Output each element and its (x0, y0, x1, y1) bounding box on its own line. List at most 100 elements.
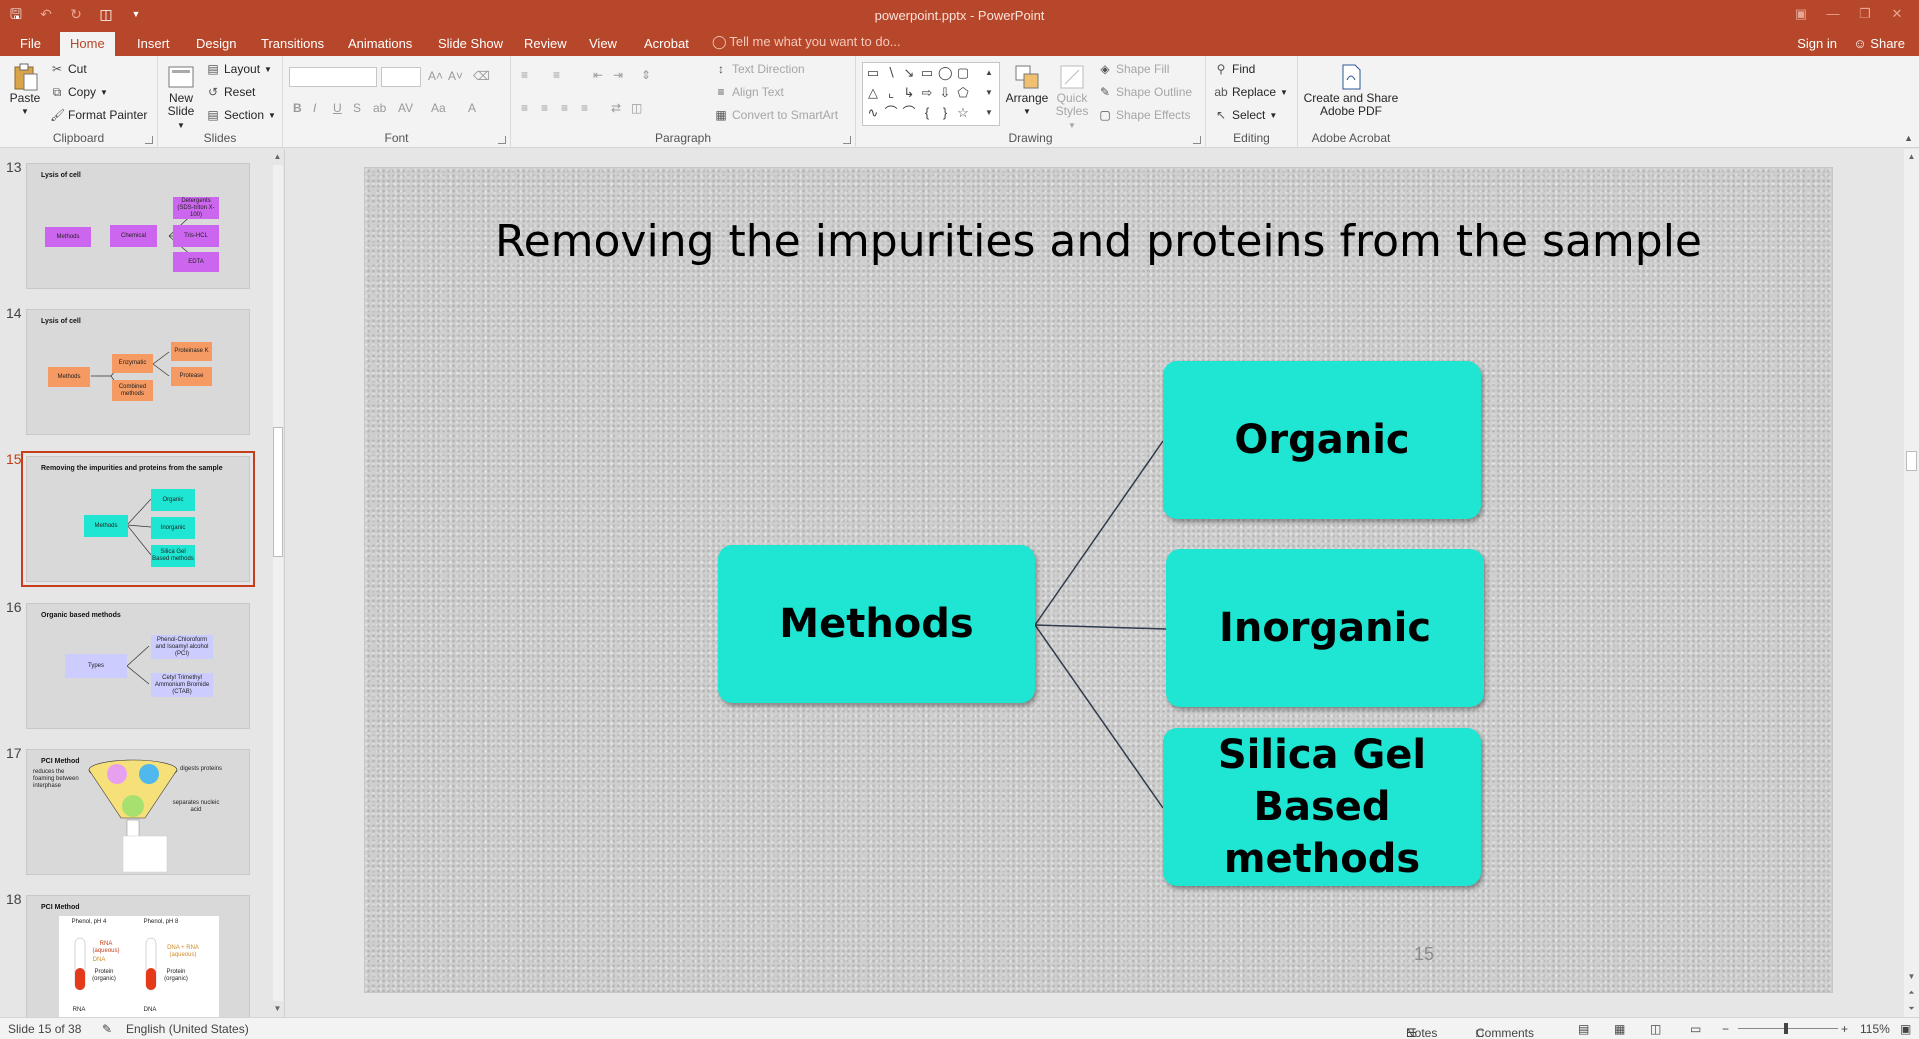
slide-thumbnail-14[interactable]: Lysis of cell Methods Enzymatic Combined… (26, 309, 250, 435)
shape-outline-button[interactable]: ✎ Shape Outline (1098, 85, 1192, 99)
scrollbar-thumb[interactable] (273, 427, 283, 557)
convert-smartart-button[interactable]: ▦ Convert to SmartArt (714, 108, 838, 122)
font-size-combo[interactable] (381, 67, 421, 87)
slide-scrollbar-thumb[interactable] (1906, 451, 1917, 471)
previous-slide-icon[interactable]: ⏶ (1904, 985, 1919, 1000)
strikethrough-icon[interactable]: S (353, 101, 361, 115)
right-brace-shape-icon[interactable]: } (938, 106, 952, 120)
organic-box[interactable]: Organic (1163, 361, 1481, 519)
tell-me-box[interactable]: ◯ Tell me what you want to do... (712, 34, 901, 50)
bullets-icon[interactable]: ≡ (521, 68, 528, 82)
new-slide-button[interactable]: New Slide ▼ (164, 62, 198, 132)
gallery-scroll-down-icon[interactable]: ▼ (982, 86, 996, 100)
align-center-icon[interactable]: ≡ (541, 101, 548, 115)
down-arrow-shape-icon[interactable]: ⇩ (938, 86, 952, 100)
scrollbar-track[interactable] (273, 165, 283, 1001)
shape-fill-button[interactable]: ◈ Shape Fill (1098, 62, 1169, 76)
slide-scroll-up-icon[interactable]: ▲ (1904, 149, 1919, 164)
fit-slide-icon[interactable]: ▣ (1900, 1022, 1911, 1036)
arrange-button[interactable]: Arrange ▼ (1004, 62, 1050, 118)
share-button[interactable]: ☺ Share (1853, 36, 1905, 51)
slide-scroll-down-icon[interactable]: ▼ (1904, 969, 1919, 984)
tab-insert[interactable]: Insert (127, 32, 180, 56)
font-color-icon[interactable]: A (468, 101, 476, 115)
quick-styles-button[interactable]: Quick Styles ▼ (1052, 62, 1092, 132)
columns-icon[interactable]: ◫ (631, 101, 642, 115)
slide-thumbnail-18[interactable]: PCI Method Phenol, pH 4 Phenol, pH 8 RNA… (26, 895, 250, 1017)
silica-gel-box[interactable]: Silica Gel Based methods (1163, 728, 1481, 886)
decrease-indent-icon[interactable]: ⇤ (593, 68, 603, 82)
rectangle-shape-icon[interactable]: ▭ (920, 66, 934, 80)
justify-icon[interactable]: ≡ (581, 101, 588, 115)
zoom-slider[interactable] (1738, 1028, 1838, 1029)
restore-icon[interactable]: ❐ (1849, 2, 1881, 26)
tab-acrobat[interactable]: Acrobat (634, 32, 699, 56)
change-case-icon[interactable]: Aa (431, 101, 446, 115)
tab-view[interactable]: View (579, 32, 627, 56)
character-spacing-icon[interactable]: ab (373, 101, 386, 115)
select-button[interactable]: ↖ Select ▼ (1214, 108, 1277, 122)
reset-button[interactable]: ↺ Reset (206, 85, 255, 99)
zoom-out-icon[interactable]: − (1722, 1022, 1729, 1036)
minimize-icon[interactable]: — (1817, 2, 1849, 26)
tab-slide-show[interactable]: Slide Show (428, 32, 513, 56)
slide-thumbnail-17[interactable]: PCI Method reduces the foaming between i… (26, 749, 250, 875)
ribbon-display-options-icon[interactable]: ▣ (1785, 2, 1817, 26)
section-button[interactable]: ▤ Section ▼ (206, 108, 276, 122)
scroll-up-icon[interactable]: ▲ (270, 149, 284, 164)
close-icon[interactable]: ✕ (1881, 2, 1913, 26)
right-arrow-shape-icon[interactable]: ⇨ (920, 86, 934, 100)
zoom-slider-thumb[interactable] (1784, 1023, 1788, 1034)
language-indicator[interactable]: English (United States) (126, 1022, 249, 1036)
align-text-button[interactable]: ≡ Align Text (714, 85, 783, 99)
layout-button[interactable]: ▤ Layout ▼ (206, 62, 272, 76)
arc-shape-icon[interactable]: ⌒ (902, 106, 916, 120)
find-button[interactable]: ⚲ Find (1214, 62, 1256, 76)
line-shape-icon[interactable]: ∖ (884, 66, 898, 80)
left-brace-shape-icon[interactable]: { (920, 106, 934, 120)
tab-animations[interactable]: Animations (338, 32, 422, 56)
replace-button[interactable]: ab Replace ▼ (1214, 85, 1288, 99)
zoom-level[interactable]: 115% (1860, 1022, 1890, 1036)
arrow-line-shape-icon[interactable]: ↘ (902, 66, 916, 80)
italic-icon[interactable]: I (313, 101, 316, 115)
tab-design[interactable]: Design (186, 32, 246, 56)
slide-scrollbar[interactable]: ▲ ▼ ⏶ ⏷ (1904, 149, 1919, 1017)
copy-dropdown-icon[interactable]: ▼ (100, 88, 108, 97)
textbox-shape-icon[interactable]: ▭ (866, 66, 880, 80)
font-family-combo[interactable] (289, 67, 377, 87)
star-shape-icon[interactable]: ☆ (956, 106, 970, 120)
slideshow-view-icon[interactable]: ▭ (1690, 1022, 1701, 1036)
slide-sorter-view-icon[interactable]: ▦ (1614, 1022, 1625, 1036)
copy-button[interactable]: ⧉ Copy ▼ (50, 85, 108, 99)
freeform-shape-icon[interactable]: ∿ (866, 106, 880, 120)
shape-effects-button[interactable]: ▢ Shape Effects (1098, 108, 1190, 122)
paragraph-dialog-launcher-icon[interactable] (843, 136, 851, 144)
curve-shape-icon[interactable]: ⌒ (884, 106, 898, 120)
text-direction-small-icon[interactable]: ⇄ (611, 101, 621, 115)
clipboard-dialog-launcher-icon[interactable] (145, 136, 153, 144)
gallery-scroll-up-icon[interactable]: ▲ (982, 66, 996, 80)
slide-thumbnail-16[interactable]: Organic based methods Types Phenol-Chlor… (26, 603, 250, 729)
slide-thumbnail-13[interactable]: Lysis of cell Methods Chemical Detergent… (26, 163, 250, 289)
create-share-pdf-button[interactable]: Create and Share Adobe PDF (1298, 62, 1404, 118)
collapse-ribbon-icon[interactable]: ▲ (1904, 133, 1913, 143)
tab-file[interactable]: File (10, 32, 51, 56)
paste-dropdown-icon[interactable]: ▼ (6, 105, 44, 118)
thumbnails-scrollbar[interactable]: ▲ ▼ (270, 149, 284, 1017)
sign-in-link[interactable]: Sign in (1797, 36, 1837, 51)
normal-view-icon[interactable]: ▤ (1578, 1022, 1589, 1036)
font-dialog-launcher-icon[interactable] (498, 136, 506, 144)
tab-home[interactable]: Home (60, 32, 115, 56)
elbow-arrow-shape-icon[interactable]: ↳ (902, 86, 916, 100)
drawing-dialog-launcher-icon[interactable] (1193, 136, 1201, 144)
scroll-down-icon[interactable]: ▼ (270, 1001, 284, 1016)
increase-font-size-icon[interactable]: A˄ (428, 69, 443, 83)
oval-shape-icon[interactable]: ◯ (938, 66, 953, 80)
cut-button[interactable]: ✂ Cut (50, 62, 87, 76)
next-slide-icon[interactable]: ⏷ (1904, 1001, 1919, 1016)
tab-transitions[interactable]: Transitions (251, 32, 334, 56)
spell-check-icon[interactable]: ✎ (102, 1022, 112, 1036)
rounded-rect-shape-icon[interactable]: ▢ (956, 66, 970, 80)
triangle-shape-icon[interactable]: △ (866, 86, 880, 100)
